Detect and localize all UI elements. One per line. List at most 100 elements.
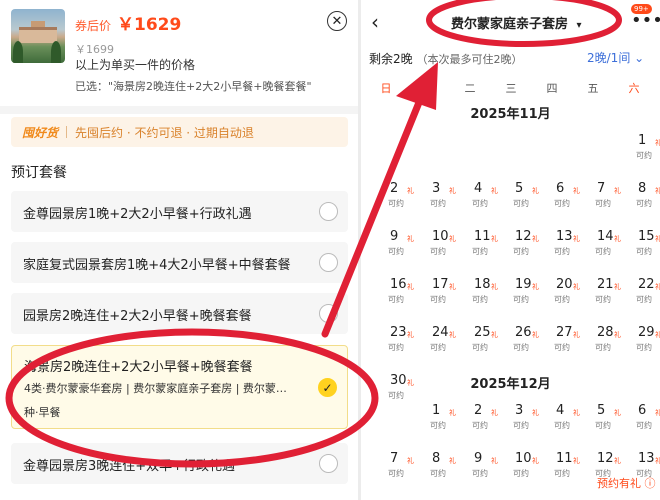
- gift-tag: 礼: [532, 235, 539, 243]
- guarantee-brand: 囤好货: [22, 125, 59, 140]
- chevron-down-icon: ⌄: [634, 51, 645, 65]
- availability-label: 可约: [554, 343, 570, 352]
- availability-label: 可约: [388, 247, 404, 256]
- calendar-day[interactable]: 6 礼可约: [550, 181, 586, 221]
- package-option[interactable]: 家庭复式园景套房1晚+4大2小早餐+中餐套餐: [11, 242, 348, 283]
- calendar-day[interactable]: 16 礼可约: [384, 277, 420, 317]
- calendar-day[interactable]: 29 礼可约: [632, 325, 660, 365]
- close-button[interactable]: ✕: [327, 11, 347, 31]
- calendar-day[interactable]: 5 礼可约: [509, 181, 545, 221]
- day-number: 11: [474, 229, 491, 244]
- calendar-day[interactable]: 2 礼可约: [384, 181, 420, 221]
- calendar-day[interactable]: 18 礼可约: [468, 277, 504, 317]
- calendar-day[interactable]: 26 礼可约: [509, 325, 545, 365]
- calendar-day[interactable]: 28 礼可约: [591, 325, 627, 365]
- calendar-day[interactable]: 12 礼可约: [509, 229, 545, 269]
- calendar-day[interactable]: 25 礼可约: [468, 325, 504, 365]
- radio-button[interactable]: [319, 304, 338, 323]
- availability-label: 可约: [388, 295, 404, 304]
- hotel-thumbnail: [11, 9, 65, 63]
- availability-label: 可约: [388, 199, 404, 208]
- weekday-label: 二: [464, 82, 476, 95]
- gift-tag: 礼: [655, 331, 660, 339]
- package-option-selected[interactable]: 海景房2晚连住+2大2小早餐+晚餐套餐 4类·费尔蒙豪华套房 | 费尔蒙家庭亲子…: [11, 345, 348, 429]
- calendar-day[interactable]: 17 礼可约: [426, 277, 462, 317]
- calendar-day[interactable]: 14 礼可约: [591, 229, 627, 269]
- day-number: 10: [515, 451, 532, 466]
- selected-package-note: 已选："海景房2晚连住+2大2小早餐+晚餐套餐": [75, 80, 312, 93]
- gift-tag: 礼: [491, 331, 498, 339]
- calendar-day[interactable]: 1 礼可约: [632, 133, 660, 173]
- gift-tag: 礼: [491, 283, 498, 291]
- calendar-day[interactable]: 3 礼可约: [509, 403, 545, 443]
- package-meal: 种·早餐: [24, 406, 61, 419]
- gift-tag: 礼: [532, 187, 539, 195]
- calendar-day[interactable]: 24 礼可约: [426, 325, 462, 365]
- gift-tag: 礼: [655, 283, 660, 291]
- calendar-day[interactable]: 9 礼可约: [468, 451, 504, 491]
- calendar-day[interactable]: 11 礼可约: [550, 451, 586, 491]
- gift-tag: 礼: [407, 187, 414, 195]
- gift-tag: 礼: [614, 409, 621, 417]
- calendar-day[interactable]: 13 礼可约: [550, 229, 586, 269]
- calendar-day[interactable]: 27 礼可约: [550, 325, 586, 365]
- day-number: 2: [390, 181, 399, 196]
- day-number: 9: [390, 229, 399, 244]
- calendar-day[interactable]: 7 礼可约: [591, 181, 627, 221]
- gift-tag: 礼: [655, 409, 660, 417]
- availability-label: 可约: [636, 247, 652, 256]
- calendar-day[interactable]: 19 礼可约: [509, 277, 545, 317]
- back-button[interactable]: ‹: [371, 10, 379, 34]
- availability-label: 可约: [595, 421, 611, 430]
- nights-selector[interactable]: 2晚/1间 ⌄: [587, 49, 644, 66]
- calendar-day[interactable]: 23 礼可约: [384, 325, 420, 365]
- radio-button[interactable]: [319, 202, 338, 221]
- calendar-day[interactable]: 10 礼可约: [509, 451, 545, 491]
- radio-button[interactable]: [319, 253, 338, 272]
- calendar-day[interactable]: 8 礼可约: [632, 181, 660, 221]
- gift-tag: 礼: [655, 139, 660, 147]
- day-number: 27: [556, 325, 573, 340]
- calendar-day[interactable]: 20 礼可约: [550, 277, 586, 317]
- calendar-day[interactable]: 15 礼可约: [632, 229, 660, 269]
- day-number: 13: [638, 451, 655, 466]
- availability-label: 可约: [388, 343, 404, 352]
- package-label: 金尊园景房1晚+2大2小早餐+行政礼遇: [23, 207, 252, 222]
- availability-label: 可约: [472, 343, 488, 352]
- close-icon: ✕: [331, 13, 343, 29]
- weekday-label: 六: [628, 82, 640, 95]
- room-type-selector[interactable]: 费尔蒙家庭亲子套房 ▾: [451, 13, 582, 32]
- gift-tag: 礼: [491, 235, 498, 243]
- calendar-day[interactable]: 10 礼可约: [426, 229, 462, 269]
- radio-button[interactable]: [319, 454, 338, 473]
- package-option[interactable]: 园景房2晚连住+2大2小早餐+晚餐套餐: [11, 293, 348, 334]
- gift-tag: 礼: [407, 283, 414, 291]
- day-number: 6: [638, 403, 647, 418]
- calendar-day[interactable]: 21 礼可约: [591, 277, 627, 317]
- calendar-day[interactable]: 2 礼可约: [468, 403, 504, 443]
- availability-label: 可约: [513, 421, 529, 430]
- calendar-day[interactable]: 4 礼可约: [468, 181, 504, 221]
- calendar-day[interactable]: 5 礼可约: [591, 403, 627, 443]
- gift-tag: 礼: [573, 283, 580, 291]
- gift-tag: 礼: [532, 283, 539, 291]
- package-option[interactable]: 金尊园景房1晚+2大2小早餐+行政礼遇: [11, 191, 348, 232]
- calendar-day[interactable]: 11 礼可约: [468, 229, 504, 269]
- gift-tag: 礼: [573, 331, 580, 339]
- calendar-day[interactable]: 1 礼可约: [426, 403, 462, 443]
- calendar-day[interactable]: 8 礼可约: [426, 451, 462, 491]
- calendar-day[interactable]: 6 礼可约: [632, 403, 660, 443]
- day-number: 23: [390, 325, 407, 340]
- availability-label: 可约: [554, 295, 570, 304]
- package-option[interactable]: 金尊园景房3晚连住+双早+行政礼遇: [11, 443, 348, 484]
- calendar-day[interactable]: 7 礼可约: [384, 451, 420, 491]
- calendar-day[interactable]: 9 礼可约: [384, 229, 420, 269]
- calendar-day[interactable]: 22 礼可约: [632, 277, 660, 317]
- weekday-label: 五: [587, 82, 599, 95]
- calendar-day[interactable]: 3 礼可约: [426, 181, 462, 221]
- availability-label: 可约: [513, 199, 529, 208]
- booking-gift-link[interactable]: 预约有礼 ⓘ: [597, 475, 656, 491]
- radio-button-checked[interactable]: ✓: [318, 378, 337, 397]
- calendar-day[interactable]: 4 礼可约: [550, 403, 586, 443]
- day-number: 8: [432, 451, 441, 466]
